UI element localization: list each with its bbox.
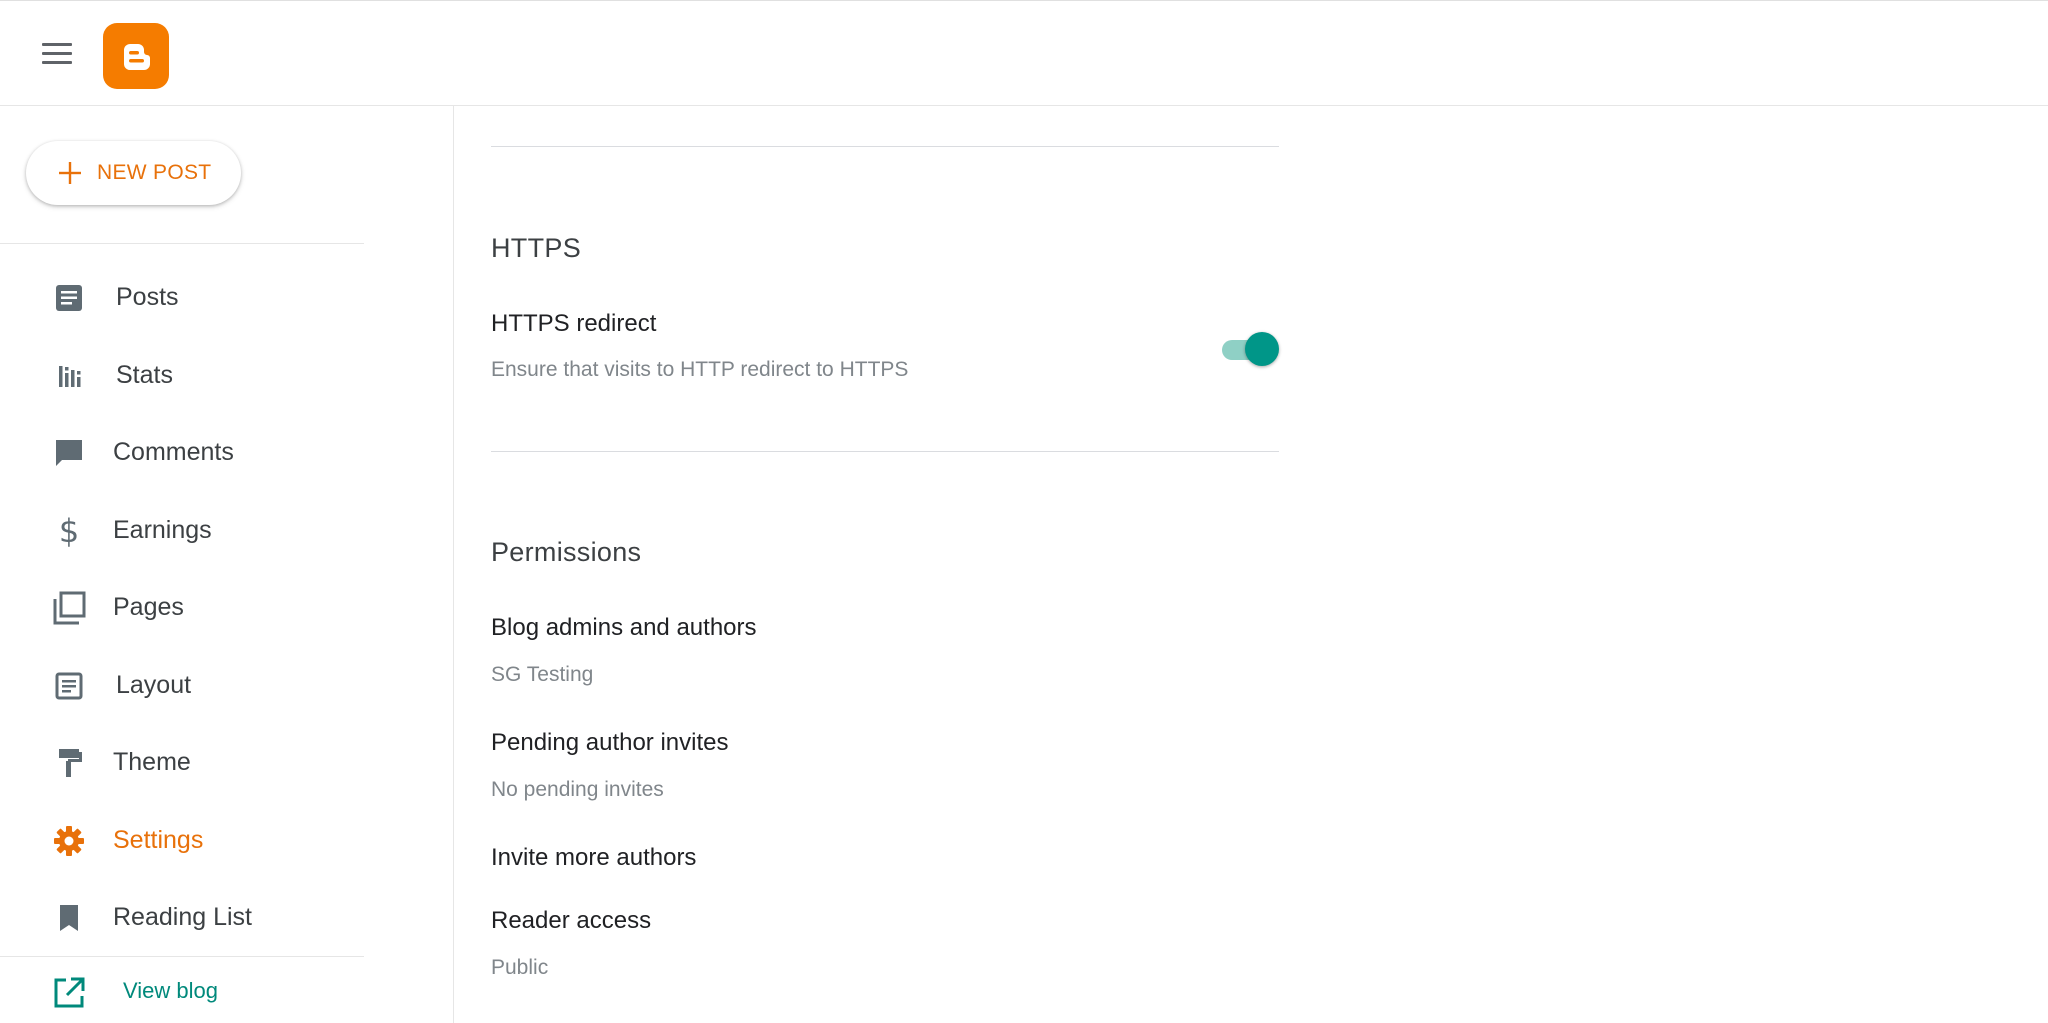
- sidebar-item-label: Reading List: [113, 902, 252, 931]
- reader-access-value: Public: [491, 956, 549, 979]
- open-in-new-icon: [54, 977, 85, 1008]
- invite-authors-link[interactable]: Invite more authors: [491, 844, 696, 872]
- https-redirect-title[interactable]: HTTPS redirect: [491, 310, 656, 338]
- sidebar-divider: [0, 956, 364, 957]
- sidebar-item-layout[interactable]: Layout: [0, 655, 364, 715]
- paint-roller-icon: [52, 748, 86, 778]
- reader-access-title[interactable]: Reader access: [491, 907, 651, 935]
- comments-icon: [52, 438, 86, 468]
- https-section-title: HTTPS: [491, 233, 582, 263]
- sidebar-item-earnings[interactable]: $ Earnings: [0, 500, 364, 560]
- permissions-section-title: Permissions: [491, 537, 642, 567]
- blogger-logo-icon[interactable]: [103, 23, 169, 89]
- sidebar-divider: [0, 243, 364, 244]
- toggle-thumb: [1245, 332, 1279, 366]
- gear-icon: [52, 826, 86, 856]
- section-divider: [491, 146, 1279, 147]
- plus-icon: [59, 162, 81, 184]
- sidebar-item-theme[interactable]: Theme: [0, 732, 364, 792]
- pending-invites-value: No pending invites: [491, 778, 664, 801]
- sidebar-item-label: Layout: [116, 670, 192, 699]
- sidebar-item-label: Posts: [116, 282, 179, 311]
- new-post-button[interactable]: NEW POST: [26, 141, 241, 205]
- view-blog-link[interactable]: View blog: [0, 968, 364, 1018]
- sidebar-item-label: Stats: [116, 360, 173, 389]
- sidebar-item-posts[interactable]: Posts: [0, 267, 364, 327]
- https-redirect-toggle[interactable]: [1218, 332, 1280, 366]
- sidebar-item-label: Settings: [113, 825, 204, 854]
- sidebar-item-label: Theme: [113, 747, 191, 776]
- sidebar: NEW POST Posts Stats Comments $ Earnings…: [0, 106, 454, 1023]
- sidebar-item-reading-list[interactable]: Reading List: [0, 887, 364, 947]
- sidebar-item-comments[interactable]: Comments: [0, 422, 364, 482]
- stats-icon: [52, 361, 86, 391]
- sidebar-item-settings[interactable]: Settings: [0, 810, 364, 870]
- dollar-icon: $: [58, 512, 80, 550]
- blog-admins-title[interactable]: Blog admins and authors: [491, 614, 757, 642]
- pages-icon: [52, 591, 86, 625]
- pending-invites-title[interactable]: Pending author invites: [491, 729, 729, 757]
- top-app-bar: [0, 0, 2048, 106]
- sidebar-item-label: Comments: [113, 437, 234, 466]
- section-divider: [491, 451, 1279, 452]
- blog-admins-value: SG Testing: [491, 663, 594, 686]
- https-redirect-description: Ensure that visits to HTTP redirect to H…: [491, 358, 909, 381]
- layout-icon: [52, 671, 86, 701]
- sidebar-item-pages[interactable]: Pages: [0, 577, 364, 637]
- sidebar-item-label: Earnings: [113, 515, 212, 544]
- new-post-label: NEW POST: [97, 161, 212, 184]
- bookmark-icon: [52, 903, 86, 933]
- hamburger-icon[interactable]: [42, 43, 74, 67]
- view-blog-label: View blog: [123, 978, 218, 1003]
- sidebar-item-label: Pages: [113, 592, 184, 621]
- posts-icon: [52, 283, 86, 313]
- sidebar-item-stats[interactable]: Stats: [0, 345, 364, 405]
